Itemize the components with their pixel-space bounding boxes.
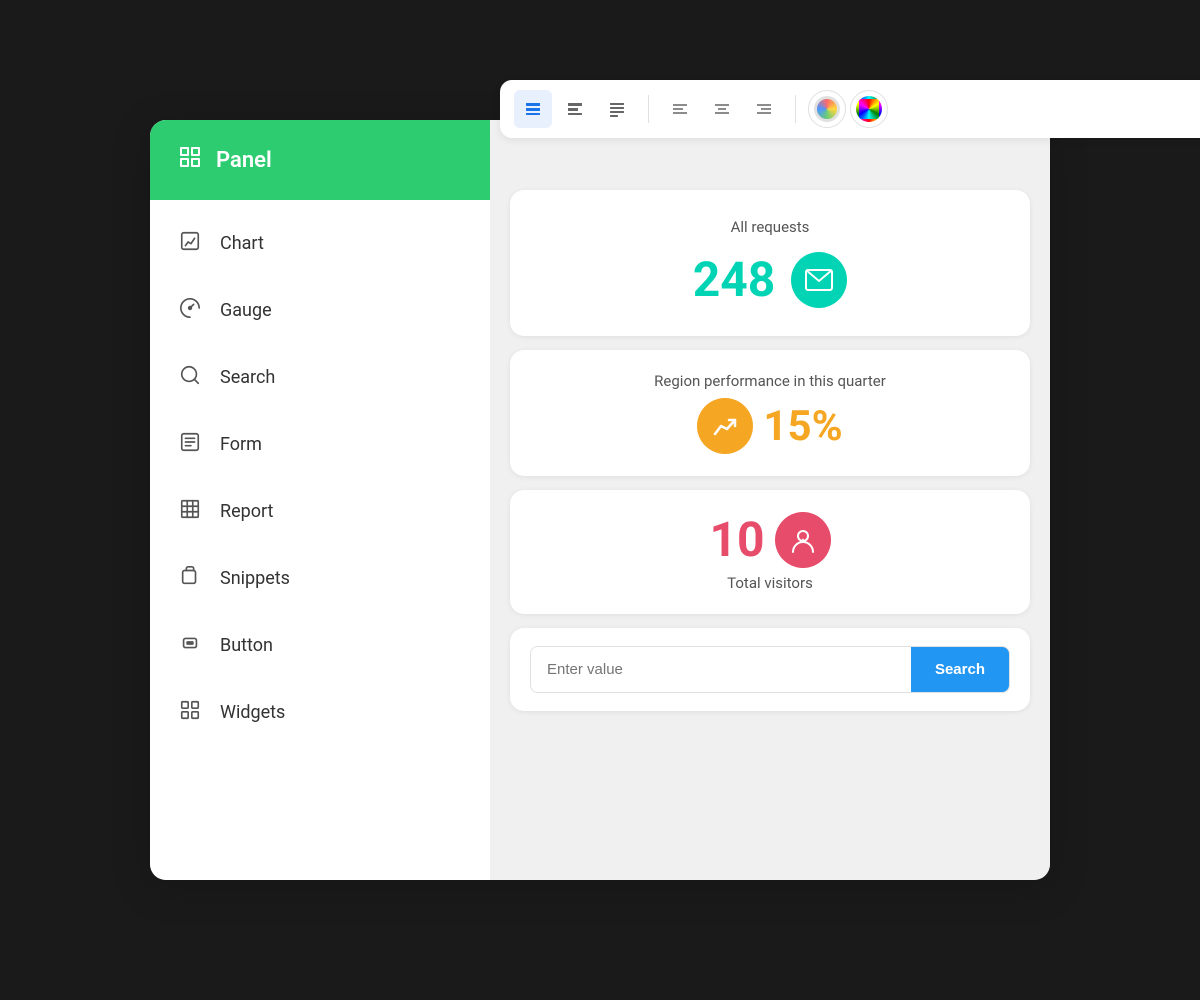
- snippets-icon: [178, 565, 202, 592]
- region-inner: 15%: [697, 398, 842, 454]
- widgets-icon: [178, 699, 202, 726]
- align-group: [661, 90, 783, 128]
- sidebar-item-chart-label: Chart: [220, 233, 264, 254]
- sidebar-item-report[interactable]: Report: [150, 478, 490, 545]
- visitors-label: Total visitors: [727, 574, 813, 592]
- requests-label: All requests: [731, 218, 810, 236]
- content-area: All requests 248 Region performance in t…: [490, 120, 1050, 880]
- sidebar-item-button[interactable]: Button: [150, 612, 490, 679]
- report-icon: [178, 498, 202, 525]
- layout3-button[interactable]: [598, 90, 636, 128]
- form-icon: [178, 431, 202, 458]
- chart-up-icon-circle: [697, 398, 753, 454]
- requests-value: 248: [693, 256, 776, 304]
- layout-group: [514, 90, 636, 128]
- sidebar-item-report-label: Report: [220, 501, 273, 522]
- visitors-value: 10: [709, 516, 764, 564]
- sidebar: Panel Chart: [150, 120, 490, 880]
- sidebar-items: Chart Gauge: [150, 200, 490, 756]
- color-ring-fill: [856, 96, 882, 122]
- panel-icon: [178, 145, 202, 175]
- card-region: Region performance in this quarter 15%: [510, 350, 1030, 476]
- layout1-button[interactable]: [514, 90, 552, 128]
- align-right-button[interactable]: [745, 90, 783, 128]
- color-group: [808, 90, 888, 128]
- sidebar-item-snippets[interactable]: Snippets: [150, 545, 490, 612]
- search-input[interactable]: [531, 647, 911, 692]
- visitors-inner: 10: [709, 512, 830, 568]
- envelope-icon-circle: [791, 252, 847, 308]
- sidebar-item-gauge-label: Gauge: [220, 300, 272, 321]
- chart-icon: [178, 230, 202, 257]
- gauge-icon: [178, 297, 202, 324]
- search-button[interactable]: Search: [911, 647, 1009, 692]
- sidebar-item-form[interactable]: Form: [150, 411, 490, 478]
- region-value: 15%: [763, 402, 842, 451]
- search-icon: [178, 364, 202, 391]
- sidebar-item-chart[interactable]: Chart: [150, 210, 490, 277]
- region-label: Region performance in this quarter: [654, 372, 886, 390]
- sidebar-item-snippets-label: Snippets: [220, 568, 290, 589]
- search-row: Search: [530, 646, 1010, 693]
- align-center-button[interactable]: [703, 90, 741, 128]
- user-star-icon-circle: [775, 512, 831, 568]
- requests-inner: 248: [693, 252, 848, 308]
- sidebar-item-form-label: Form: [220, 434, 262, 455]
- cards-container: All requests 248 Region performance in t…: [510, 190, 1030, 711]
- card-visitors: 10 Total visitors: [510, 490, 1030, 614]
- toolbar-divider-1: [648, 95, 649, 123]
- card-search: Search: [510, 628, 1030, 711]
- sidebar-item-button-label: Button: [220, 635, 273, 656]
- sidebar-header: Panel: [150, 120, 490, 200]
- sidebar-item-search[interactable]: Search: [150, 344, 490, 411]
- card-requests: All requests 248: [510, 190, 1030, 336]
- align-left-button[interactable]: [661, 90, 699, 128]
- layout2-button[interactable]: [556, 90, 594, 128]
- sidebar-item-search-label: Search: [220, 367, 275, 388]
- color-outline-button[interactable]: [808, 90, 846, 128]
- sidebar-item-widgets[interactable]: Widgets: [150, 679, 490, 746]
- toolbar-divider-2: [795, 95, 796, 123]
- toolbar: [500, 80, 1200, 138]
- button-icon: [178, 632, 202, 659]
- sidebar-item-gauge[interactable]: Gauge: [150, 277, 490, 344]
- sidebar-title: Panel: [216, 148, 272, 173]
- color-fill-button[interactable]: [850, 90, 888, 128]
- color-ring-outline: [814, 96, 840, 122]
- sidebar-item-widgets-label: Widgets: [220, 702, 285, 723]
